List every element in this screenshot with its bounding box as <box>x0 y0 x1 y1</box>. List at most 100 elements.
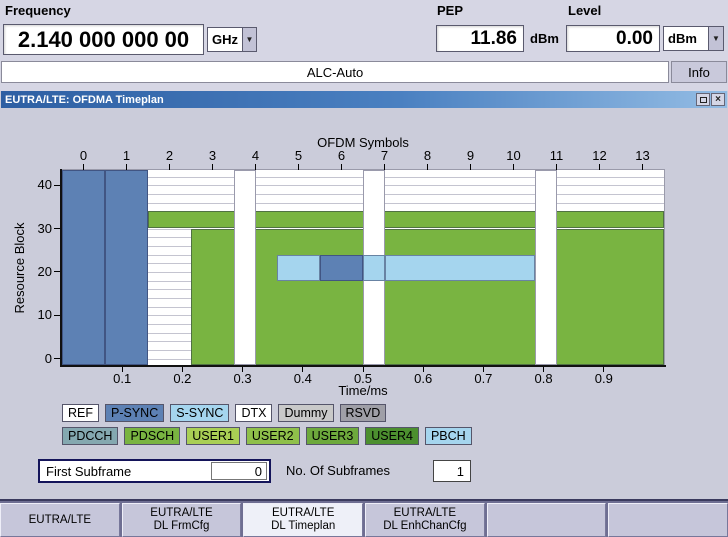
region-pbch <box>385 255 536 281</box>
region-ref-sym11 <box>535 170 557 365</box>
rb-tick-label: 40 <box>24 177 52 192</box>
region-psync-sym1 <box>105 170 148 365</box>
chevron-down-icon[interactable]: ▼ <box>708 27 723 50</box>
legend-pdcch: PDCCH <box>62 427 118 445</box>
softkey-label: EUTRA/LTE <box>150 507 212 520</box>
x-axis-label: Time/ms <box>62 383 664 398</box>
rb-tick <box>54 358 60 359</box>
level-unit-label: dBm <box>664 27 708 50</box>
softkey-label: DL FrmCfg <box>154 520 210 533</box>
frequency-value[interactable]: 2.140 000 000 00 <box>3 24 204 55</box>
level-value-text: 0.00 <box>616 28 653 50</box>
softkey-dl-enhchancfg[interactable]: EUTRA/LTEDL EnhChanCfg <box>365 503 485 537</box>
pep-unit-label: dBm <box>530 31 559 46</box>
plot-area <box>62 170 664 365</box>
frequency-value-text: 2.140 000 000 00 <box>18 27 189 53</box>
legend-user2: USER2 <box>246 427 300 445</box>
region-dtx-sym2 <box>148 229 191 366</box>
legend-user3: USER3 <box>306 427 360 445</box>
first-subframe-input[interactable]: 0 <box>211 462 267 480</box>
close-icon: × <box>715 95 721 105</box>
symbol-tick <box>513 164 514 170</box>
header-bar: Frequency 2.140 000 000 00 GHz ▼ PEP 11.… <box>0 0 728 91</box>
legend-user4: USER4 <box>365 427 419 445</box>
symbol-tick-label: 4 <box>241 148 271 163</box>
first-subframe-field[interactable]: First Subframe 0 <box>38 459 271 483</box>
rb-tick-label: 30 <box>24 221 52 236</box>
legend-s-sync: S-SYNC <box>170 404 229 422</box>
y-axis-line <box>60 169 62 367</box>
symbol-tick-label: 13 <box>628 148 658 163</box>
frequency-unit-label: GHz <box>208 28 242 51</box>
symbol-tick-label: 2 <box>155 148 185 163</box>
pep-label: PEP <box>437 3 463 18</box>
level-unit-dropdown[interactable]: dBm ▼ <box>663 26 724 51</box>
softkey-eutra-lte[interactable]: EUTRA/LTE <box>0 503 120 537</box>
region-psync-center <box>320 255 363 281</box>
legend-dummy: Dummy <box>278 404 333 422</box>
maximize-icon <box>700 97 707 103</box>
level-label: Level <box>568 3 601 18</box>
rb-tick <box>54 315 60 316</box>
softkey-dl-timeplan[interactable]: EUTRA/LTEDL Timeplan <box>243 503 363 537</box>
symbol-tick-label: 0 <box>69 148 99 163</box>
symbol-tick <box>212 164 213 170</box>
softkey-label: DL Timeplan <box>271 520 335 533</box>
legend-row-1: REFP-SYNCS-SYNCDTXDummyRSVD <box>62 404 386 422</box>
rb-tick <box>54 228 60 229</box>
rb-tick <box>54 271 60 272</box>
symbol-tick <box>470 164 471 170</box>
rb-tick-label: 20 <box>24 264 52 279</box>
softkey-label: EUTRA/LTE <box>394 507 456 520</box>
chevron-down-icon[interactable]: ▼ <box>242 28 256 51</box>
legend-row-2: PDCCHPDSCHUSER1USER2USER3USER4PBCH <box>62 427 472 445</box>
symbol-tick <box>169 164 170 170</box>
legend-ref: REF <box>62 404 99 422</box>
softkey-dl-frmcfg[interactable]: EUTRA/LTEDL FrmCfg <box>122 503 242 537</box>
symbol-tick <box>384 164 385 170</box>
symbol-tick-label: 8 <box>413 148 443 163</box>
symbol-tick-label: 10 <box>499 148 529 163</box>
status-text: ALC-Auto <box>307 65 363 80</box>
rb-tick-label: 0 <box>24 351 52 366</box>
info-button[interactable]: Info <box>671 61 727 83</box>
level-value[interactable]: 0.00 <box>566 25 660 52</box>
pep-value-text: 11.86 <box>471 28 518 50</box>
maximize-button[interactable] <box>696 93 710 106</box>
symbol-tick-label: 7 <box>370 148 400 163</box>
window-buttons: × <box>696 93 727 106</box>
chart-title: OFDM Symbols <box>62 135 664 150</box>
window-titlebar: EUTRA/LTE: OFDMA Timeplan × <box>1 91 727 108</box>
pep-value: 11.86 <box>436 25 524 52</box>
region-pdsch-main <box>191 229 664 366</box>
legend-pbch: PBCH <box>425 427 472 445</box>
first-subframe-label: First Subframe <box>40 464 211 479</box>
rb-tick-label: 10 <box>24 307 52 322</box>
y-axis-label: Resource Block <box>12 208 26 328</box>
no-of-subframes-input[interactable]: 1 <box>433 460 471 482</box>
legend-user1: USER1 <box>186 427 240 445</box>
region-ref-sym0 <box>62 170 105 365</box>
region-ssync <box>277 255 320 281</box>
symbol-tick-label: 5 <box>284 148 314 163</box>
softkey-bar: EUTRA/LTEEUTRA/LTEDL FrmCfgEUTRA/LTEDL T… <box>0 499 728 537</box>
window-title: EUTRA/LTE: OFDMA Timeplan <box>5 94 164 106</box>
softkey-empty-5[interactable] <box>487 503 607 537</box>
legend-p-sync: P-SYNC <box>105 404 164 422</box>
symbol-tick <box>255 164 256 170</box>
symbol-tick <box>126 164 127 170</box>
status-bar: ALC-Auto <box>1 61 669 83</box>
close-button[interactable]: × <box>711 93 725 106</box>
region-pdsch-upper-band <box>148 211 664 228</box>
rb-tick <box>54 185 60 186</box>
symbol-tick <box>298 164 299 170</box>
symbol-tick <box>556 164 557 170</box>
softkey-empty-6[interactable] <box>608 503 728 537</box>
symbol-tick <box>341 164 342 170</box>
softkey-label: EUTRA/LTE <box>272 507 334 520</box>
frequency-unit-dropdown[interactable]: GHz ▼ <box>207 27 257 52</box>
softkey-label: DL EnhChanCfg <box>383 520 466 533</box>
symbol-tick <box>427 164 428 170</box>
symbol-tick-label: 6 <box>327 148 357 163</box>
symbol-tick <box>599 164 600 170</box>
